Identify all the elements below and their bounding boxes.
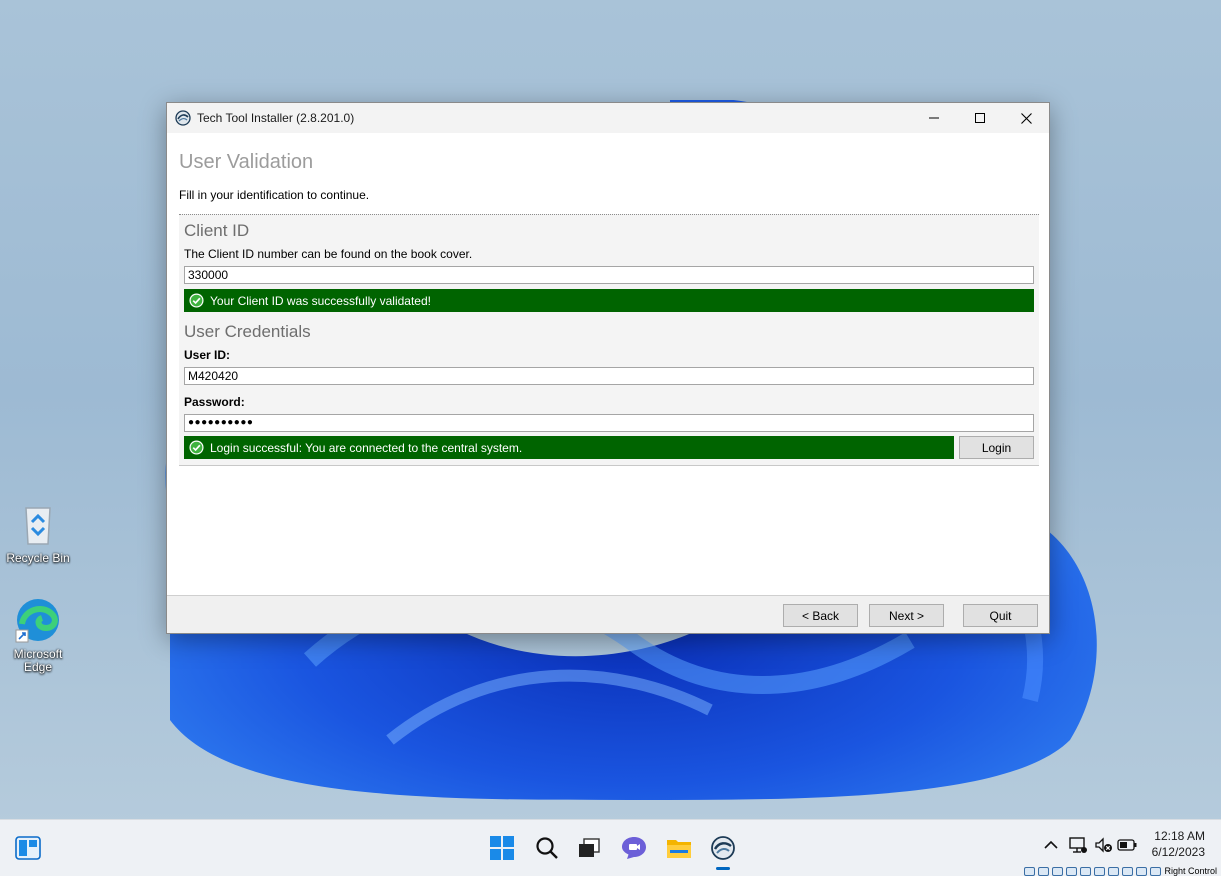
widgets-button[interactable]: [10, 830, 46, 866]
back-button[interactable]: < Back: [783, 604, 858, 627]
window-title: Tech Tool Installer (2.8.201.0): [197, 111, 355, 125]
maximize-button[interactable]: [957, 103, 1003, 133]
vm-cpu-icon: [1136, 867, 1148, 876]
user-id-input[interactable]: M420420: [184, 367, 1034, 385]
widgets-icon: [15, 836, 41, 860]
title-bar[interactable]: Tech Tool Installer (2.8.201.0): [167, 103, 1049, 133]
check-circle-icon: [189, 293, 204, 308]
show-hidden-icons-button[interactable]: [1040, 834, 1062, 856]
login-status-banner: Login successful: You are connected to t…: [184, 436, 954, 459]
search-icon: [536, 837, 558, 859]
vm-audio-icon: [1052, 867, 1064, 876]
desktop-icon-recycle-bin[interactable]: Recycle Bin: [0, 500, 76, 565]
maximize-icon: [975, 113, 985, 123]
quit-button[interactable]: Quit: [963, 604, 1038, 627]
tech-tool-app-icon: [711, 836, 735, 860]
minimize-button[interactable]: [911, 103, 957, 133]
close-icon: [1020, 112, 1032, 124]
vm-recording-icon: [1122, 867, 1134, 876]
page-title: User Validation: [179, 151, 314, 173]
password-input[interactable]: ●●●●●●●●●●: [184, 414, 1034, 432]
vm-optical-icon: [1038, 867, 1050, 876]
check-circle-icon: [189, 440, 204, 455]
client-id-status-banner: Your Client ID was successfully validate…: [184, 289, 1034, 312]
user-credentials-heading: User Credentials: [184, 322, 311, 341]
vm-mouse-icon: [1150, 867, 1162, 876]
battery-tray-button[interactable]: [1116, 834, 1138, 856]
chevron-up-icon: [1044, 840, 1058, 849]
vm-network-icon: [1066, 867, 1078, 876]
network-icon: [1069, 837, 1087, 853]
client-id-status-text: Your Client ID was successfully validate…: [210, 293, 431, 308]
windows-logo-icon: [490, 836, 514, 860]
vm-status-strip: Right Control: [1024, 866, 1221, 876]
user-id-label: User ID:: [184, 348, 231, 362]
desktop-icon-microsoft-edge[interactable]: Microsoft Edge: [0, 596, 76, 674]
clock-time: 12:18 AM: [1154, 829, 1205, 843]
task-view-button[interactable]: [571, 830, 607, 866]
close-button[interactable]: [1003, 103, 1049, 133]
minimize-icon: [929, 117, 939, 119]
taskbar: 12:18 AM 6/12/2023 Right Control: [0, 819, 1221, 876]
password-label: Password:: [184, 395, 245, 409]
battery-icon: [1117, 839, 1137, 851]
tech-tool-app-icon: [175, 110, 191, 126]
vm-display-icon: [1108, 867, 1120, 876]
clock[interactable]: 12:18 AM 6/12/2023: [1152, 828, 1205, 860]
folder-icon: [667, 840, 691, 858]
wizard-content: User Validation Fill in your identificat…: [167, 133, 1049, 595]
recycle-bin-icon: [14, 500, 62, 548]
file-explorer-button[interactable]: [661, 830, 697, 866]
wizard-footer: < Back Next > Quit: [167, 595, 1049, 633]
edge-icon: [14, 596, 62, 644]
validation-panel: Client ID The Client ID number can be fo…: [179, 214, 1039, 466]
recycle-bin-label: Recycle Bin: [6, 551, 70, 565]
login-status-text: Login successful: You are connected to t…: [210, 440, 523, 455]
client-id-heading: Client ID: [184, 221, 250, 240]
tech-tool-taskbar-button[interactable]: [705, 830, 741, 870]
start-button[interactable]: [484, 830, 520, 866]
client-id-description: The Client ID number can be found on the…: [184, 247, 473, 261]
login-button[interactable]: Login: [959, 436, 1034, 459]
vm-shared-folder-icon: [1094, 867, 1106, 876]
page-subtitle: Fill in your identification to continue.: [179, 188, 370, 202]
speaker-muted-icon: [1095, 837, 1112, 853]
next-button[interactable]: Next >: [869, 604, 944, 627]
edge-label: Microsoft Edge: [13, 647, 63, 674]
task-view-icon: [579, 838, 600, 857]
clock-date: 6/12/2023: [1151, 845, 1205, 859]
search-button[interactable]: [529, 830, 565, 866]
vm-host-key-label: Right Control: [1164, 866, 1217, 876]
installer-window: Tech Tool Installer (2.8.201.0) User Val…: [166, 102, 1050, 634]
client-id-input[interactable]: 330000: [184, 266, 1034, 284]
volume-tray-button[interactable]: [1093, 834, 1115, 856]
chat-button[interactable]: [616, 830, 652, 866]
chat-icon: [622, 837, 646, 859]
network-tray-button[interactable]: [1067, 834, 1089, 856]
vm-usb-icon: [1080, 867, 1092, 876]
vm-disk-icon: [1024, 867, 1036, 876]
